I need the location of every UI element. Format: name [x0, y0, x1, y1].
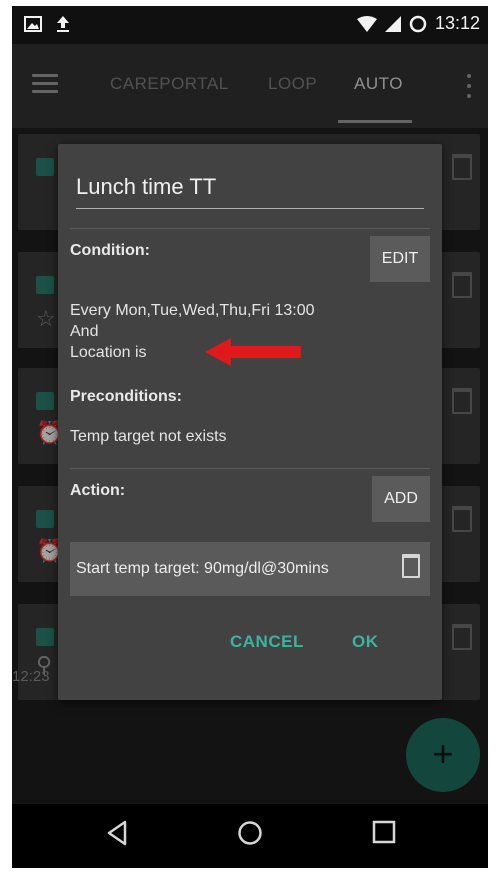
image-notification-icon [24, 16, 42, 32]
recents-icon[interactable] [372, 820, 396, 844]
ok-button[interactable]: OK [352, 632, 379, 652]
divider [70, 228, 430, 229]
divider [70, 468, 430, 469]
back-icon[interactable] [106, 820, 128, 846]
signal-icon [384, 15, 401, 32]
phone-screen: 13:12 CAREPORTAL LOOP AUTOM/ ☆ ⏰ ⏰ [12, 6, 488, 868]
system-icons: 13:12 [356, 13, 480, 34]
preconditions-text: Temp target not exists [70, 428, 227, 445]
battery-icon [409, 15, 427, 32]
add-action-button[interactable]: ADD [372, 476, 430, 522]
upload-notification-icon [57, 16, 69, 32]
preconditions-heading: Preconditions: [70, 388, 183, 405]
delete-action-icon[interactable] [402, 554, 420, 578]
action-heading: Action: [70, 482, 126, 499]
edit-automation-dialog: Lunch time TT Condition: EDIT Every Mon,… [58, 144, 442, 700]
annotation-arrow [205, 338, 301, 366]
condition-heading: Condition: [70, 242, 150, 259]
edit-condition-button[interactable]: EDIT [370, 236, 430, 282]
home-icon[interactable] [237, 820, 263, 846]
automation-title-field[interactable]: Lunch time TT [76, 174, 424, 209]
clock: 13:12 [434, 13, 480, 33]
status-bar: 13:12 [12, 6, 488, 44]
notification-icons [24, 15, 70, 33]
action-description: Start temp target: 90mg/dl@30mins [76, 560, 329, 577]
wifi-icon [356, 15, 377, 32]
condition-line: Every Mon,Tue,Wed,Thu,Fri 13:00 [70, 302, 315, 319]
navigation-bar [12, 804, 488, 868]
action-list-item[interactable]: Start temp target: 90mg/dl@30mins [70, 542, 430, 596]
cancel-button[interactable]: CANCEL [230, 632, 304, 652]
